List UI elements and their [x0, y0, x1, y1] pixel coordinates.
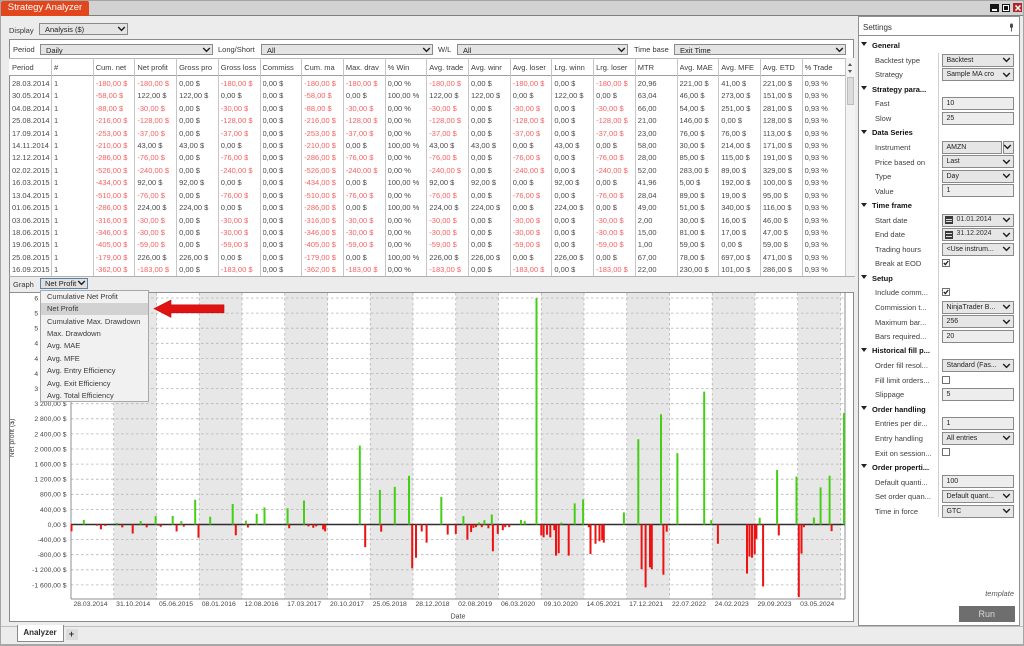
svg-text:02.08.2019: 02.08.2019 — [458, 601, 492, 608]
svg-text:0,00 $: 0,00 $ — [48, 522, 67, 529]
svg-text:06.03.2020: 06.03.2020 — [501, 601, 535, 608]
svg-text:29.09.2023: 29.09.2023 — [757, 601, 791, 608]
svg-text:800,00 $: 800,00 $ — [40, 492, 67, 499]
svg-text:31.10.2014: 31.10.2014 — [116, 601, 150, 608]
svg-text:09.10.2020: 09.10.2020 — [544, 601, 578, 608]
svg-text:24.02.2023: 24.02.2023 — [715, 601, 749, 608]
svg-text:-1 200,00 $: -1 200,00 $ — [32, 567, 67, 574]
svg-text:22.07.2022: 22.07.2022 — [672, 601, 706, 608]
svg-text:08.01.2016: 08.01.2016 — [202, 601, 236, 608]
svg-text:14.05.2021: 14.05.2021 — [586, 601, 620, 608]
svg-text:05.06.2015: 05.06.2015 — [159, 601, 193, 608]
svg-text:1 200,00 $: 1 200,00 $ — [34, 477, 66, 484]
svg-text:03.05.2024: 03.05.2024 — [800, 601, 834, 608]
svg-text:28.12.2018: 28.12.2018 — [415, 601, 449, 608]
svg-text:-400,00 $: -400,00 $ — [38, 537, 67, 544]
svg-text:400,00 $: 400,00 $ — [40, 507, 67, 514]
svg-text:Net profit ($): Net profit ($) — [10, 419, 16, 458]
svg-text:2 800,00 $: 2 800,00 $ — [34, 416, 66, 423]
svg-text:2 400,00 $: 2 400,00 $ — [34, 431, 66, 438]
svg-text:-800,00 $: -800,00 $ — [38, 552, 67, 559]
svg-text:12.08.2016: 12.08.2016 — [244, 601, 278, 608]
svg-text:20.10.2017: 20.10.2017 — [330, 601, 364, 608]
svg-text:1 600,00 $: 1 600,00 $ — [34, 462, 66, 469]
svg-text:17.03.2017: 17.03.2017 — [287, 601, 321, 608]
svg-text:28.03.2014: 28.03.2014 — [73, 601, 107, 608]
svg-text:25.05.2018: 25.05.2018 — [373, 601, 407, 608]
svg-text:2 000,00 $: 2 000,00 $ — [34, 446, 66, 453]
svg-text:17.12.2021: 17.12.2021 — [629, 601, 663, 608]
svg-text:-1 600,00 $: -1 600,00 $ — [32, 582, 67, 589]
svg-text:Date: Date — [451, 614, 466, 621]
